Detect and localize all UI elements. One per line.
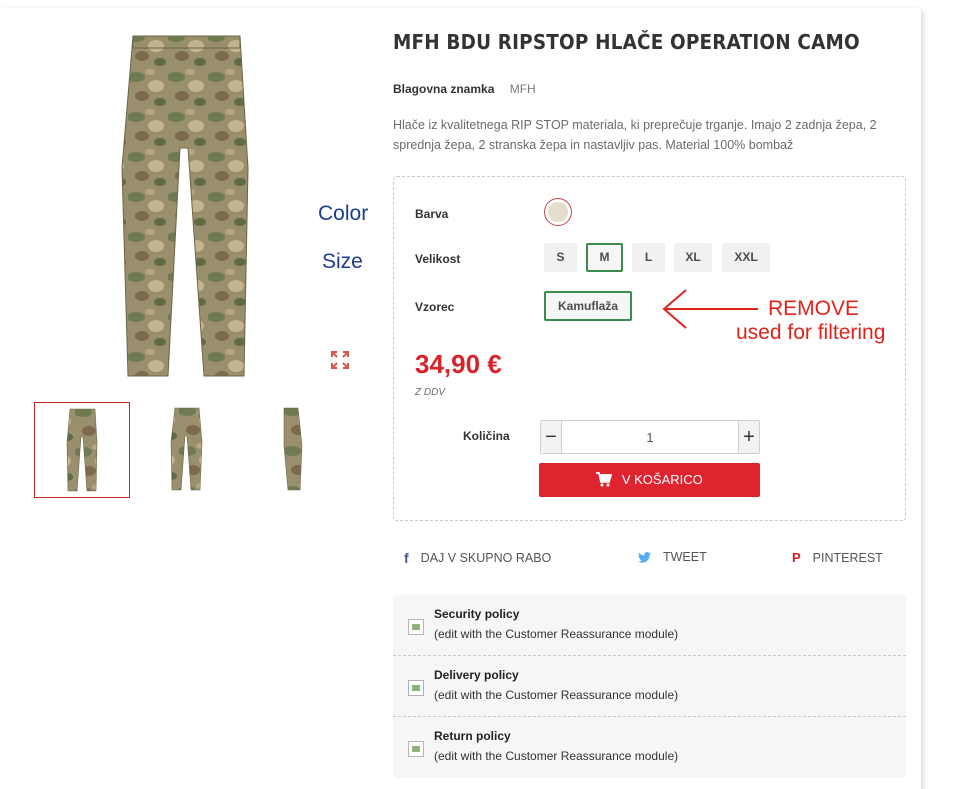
brand-label: Blagovna znamka: [393, 82, 495, 96]
reassurance-title: Return policy: [434, 729, 511, 743]
pattern-option-camo[interactable]: Kamuflaža: [544, 291, 632, 321]
reassurance-block: Security policy (edit with the Customer …: [393, 595, 906, 778]
reassurance-title: Delivery policy: [434, 668, 519, 682]
pinterest-icon: P: [792, 550, 801, 565]
product-variants-box: Barva Velikost S M L XL XXL Vzorec Kamuf…: [393, 176, 906, 521]
size-option-m[interactable]: M: [586, 243, 623, 272]
brand-value[interactable]: MFH: [510, 82, 536, 96]
reassurance-desc: (edit with the Customer Reassurance modu…: [434, 688, 679, 702]
share-pinterest-link[interactable]: P PINTEREST: [792, 550, 883, 565]
reassurance-item: Delivery policy (edit with the Customer …: [393, 656, 906, 717]
quantity-label: Količina: [463, 429, 510, 443]
quantity-input[interactable]: [562, 421, 738, 453]
quantity-increase-button[interactable]: +: [738, 421, 759, 453]
share-twitter-label: TWEET: [663, 550, 707, 564]
share-twitter-link[interactable]: TWEET: [638, 550, 707, 564]
product-price: 34,90 €: [415, 349, 502, 379]
pattern-label: Vzorec: [415, 300, 455, 314]
add-to-cart-button[interactable]: V KOŠARICO: [539, 463, 760, 497]
size-option-xl[interactable]: XL: [674, 243, 712, 272]
broken-image-icon: [408, 619, 424, 635]
cart-icon: [596, 472, 613, 487]
share-facebook-label: DAJ V SKUPNO RABO: [420, 551, 552, 565]
size-option-xxl[interactable]: XXL: [722, 243, 770, 272]
reassurance-item: Return policy (edit with the Customer Re…: [393, 717, 906, 778]
brand-row: Blagovna znamka MFH: [393, 82, 536, 96]
annotation-color: Color: [318, 202, 369, 225]
add-to-cart-label: V KOŠARICO: [621, 472, 703, 487]
tax-note: Z DDV: [415, 387, 445, 398]
quantity-stepper: − +: [540, 420, 760, 454]
reassurance-desc: (edit with the Customer Reassurance modu…: [434, 627, 679, 641]
product-title: MFH BDU RIPSTOP HLAČE OPERATION CAMO: [393, 30, 860, 54]
reassurance-item: Security policy (edit with the Customer …: [393, 595, 906, 656]
size-option-l[interactable]: L: [632, 243, 665, 272]
annotation-remove: REMOVE: [768, 297, 860, 320]
broken-image-icon: [408, 741, 424, 757]
quantity-decrease-button[interactable]: −: [541, 421, 562, 453]
product-main-image[interactable]: [8, 28, 363, 383]
color-label: Barva: [415, 207, 449, 221]
reassurance-title: Security policy: [434, 607, 520, 621]
size-label: Velikost: [415, 252, 461, 266]
reassurance-desc: (edit with the Customer Reassurance modu…: [434, 749, 679, 763]
thumbnail-strip: [34, 402, 349, 498]
color-swatch-fill: [548, 202, 568, 222]
expand-icon[interactable]: [330, 350, 350, 370]
facebook-icon: f: [404, 550, 409, 566]
broken-image-icon: [408, 680, 424, 696]
color-swatch[interactable]: [544, 198, 572, 226]
share-pinterest-label: PINTEREST: [812, 550, 883, 565]
thumbnail-1[interactable]: [34, 402, 130, 498]
share-facebook-link[interactable]: f DAJ V SKUPNO RABO: [404, 550, 551, 566]
annotation-size: Size: [322, 250, 363, 273]
size-option-s[interactable]: S: [544, 243, 577, 272]
annotation-remove-reason: used for filtering: [736, 321, 886, 344]
thumbnail-2[interactable]: [139, 402, 235, 498]
thumbnail-3[interactable]: [244, 402, 340, 498]
product-description: Hlače iz kvalitetnega RIP STOP materiala…: [393, 118, 877, 152]
twitter-icon: [638, 551, 651, 563]
